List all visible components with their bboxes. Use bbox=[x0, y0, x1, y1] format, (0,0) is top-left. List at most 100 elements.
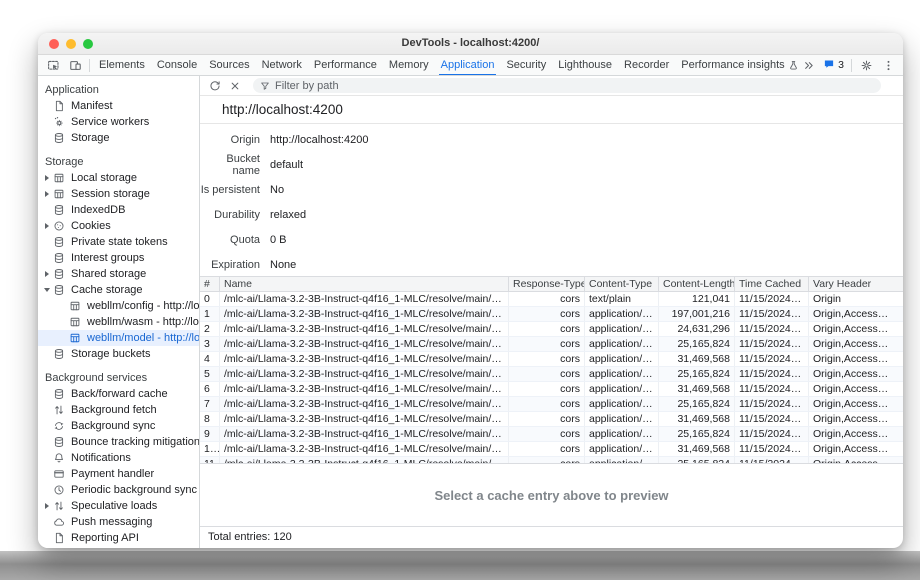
meta-row-bucket-name: Bucket namedefault bbox=[200, 152, 903, 177]
sidebar-item-label: IndexedDB bbox=[71, 204, 125, 216]
sidebar-item-indexeddb[interactable]: IndexedDB bbox=[38, 202, 199, 218]
tab-application[interactable]: Application bbox=[435, 55, 501, 76]
database-icon bbox=[53, 236, 66, 248]
minimize-button[interactable] bbox=[66, 39, 76, 49]
chevron-down-icon[interactable] bbox=[44, 282, 53, 298]
sidebar-item-session-storage[interactable]: Session storage bbox=[38, 186, 199, 202]
database-icon bbox=[53, 204, 66, 216]
more-tabs-chevrons-icon[interactable] bbox=[797, 55, 819, 75]
sidebar-item-payment-handler[interactable]: Payment handler bbox=[38, 466, 199, 482]
column-header-time_cached[interactable]: Time Cached bbox=[735, 277, 809, 291]
sidebar-item-webllm-model-http-loc[interactable]: webllm/model - http://loc… bbox=[38, 330, 199, 346]
close-button[interactable] bbox=[49, 39, 59, 49]
column-header-response_type[interactable]: Response-Type bbox=[509, 277, 585, 291]
zoom-button[interactable] bbox=[83, 39, 93, 49]
cache-entry-row[interactable]: 6/mlc-ai/Llama-3.2-3B-Instruct-q4f16_1-M… bbox=[200, 382, 903, 397]
cell-content_type: application/oc… bbox=[585, 337, 659, 351]
preview-pane: Select a cache entry above to preview bbox=[200, 463, 903, 526]
database-icon bbox=[53, 436, 66, 448]
table-icon bbox=[69, 316, 82, 328]
tab-performance-insights[interactable]: Performance insights bbox=[675, 55, 797, 76]
kebab-menu-icon[interactable] bbox=[877, 55, 899, 75]
cache-entry-row[interactable]: 0/mlc-ai/Llama-3.2-3B-Instruct-q4f16_1-M… bbox=[200, 292, 903, 307]
cell-vary_header: Origin,Access… bbox=[809, 412, 903, 426]
column-header-vary_header[interactable]: Vary Header bbox=[809, 277, 903, 291]
tab-recorder[interactable]: Recorder bbox=[618, 55, 675, 76]
tab-security[interactable]: Security bbox=[500, 55, 552, 76]
service-worker-gear-icon bbox=[53, 116, 66, 128]
device-toolbar-icon[interactable] bbox=[64, 55, 86, 75]
meta-label: Is persistent bbox=[200, 184, 260, 196]
meta-row-durability: Durabilityrelaxed bbox=[200, 202, 903, 227]
issues-button[interactable]: 3 bbox=[819, 58, 848, 73]
sidebar-item-private-state-tokens[interactable]: Private state tokens bbox=[38, 234, 199, 250]
cache-entry-row[interactable]: 1/mlc-ai/Llama-3.2-3B-Instruct-q4f16_1-M… bbox=[200, 307, 903, 322]
filter-input[interactable] bbox=[275, 79, 874, 92]
tab-performance[interactable]: Performance bbox=[308, 55, 383, 76]
chevron-right-icon[interactable] bbox=[44, 266, 53, 282]
tab-sources[interactable]: Sources bbox=[203, 55, 255, 76]
sidebar-item-local-storage[interactable]: Local storage bbox=[38, 170, 199, 186]
sidebar-item-label: Storage bbox=[71, 132, 110, 144]
meta-row-is-persistent: Is persistentNo bbox=[200, 177, 903, 202]
cache-storage-panel: http://localhost:4200 Originhttp://local… bbox=[200, 76, 903, 548]
sidebar-item-push-messaging[interactable]: Push messaging bbox=[38, 514, 199, 530]
sidebar-item-webllm-wasm-http-loca[interactable]: webllm/wasm - http://loca… bbox=[38, 314, 199, 330]
sidebar-item-storage[interactable]: Storage bbox=[38, 130, 199, 146]
cell-content_type: application/oc… bbox=[585, 442, 659, 456]
cache-entry-row[interactable]: 4/mlc-ai/Llama-3.2-3B-Instruct-q4f16_1-M… bbox=[200, 352, 903, 367]
sidebar-item-speculative-loads[interactable]: Speculative loads bbox=[38, 498, 199, 514]
chevron-right-icon[interactable] bbox=[44, 218, 53, 234]
tab-memory[interactable]: Memory bbox=[383, 55, 435, 76]
cache-entry-row[interactable]: 3/mlc-ai/Llama-3.2-3B-Instruct-q4f16_1-M… bbox=[200, 337, 903, 352]
sidebar-item-notifications[interactable]: Notifications bbox=[38, 450, 199, 466]
cell-idx: 4 bbox=[200, 352, 220, 366]
sidebar-item-background-sync[interactable]: Background sync bbox=[38, 418, 199, 434]
sidebar-item-storage-buckets[interactable]: Storage buckets bbox=[38, 346, 199, 362]
window-titlebar: DevTools - localhost:4200/ bbox=[38, 33, 903, 55]
column-header-content_length[interactable]: Content-Length bbox=[659, 277, 735, 291]
sidebar-item-reporting-api[interactable]: Reporting API bbox=[38, 530, 199, 546]
tab-lighthouse[interactable]: Lighthouse bbox=[552, 55, 618, 76]
cell-content_length: 197,001,216 bbox=[659, 307, 735, 321]
chevron-right-icon[interactable] bbox=[44, 170, 53, 186]
tab-elements[interactable]: Elements bbox=[93, 55, 151, 76]
column-header-idx[interactable]: # bbox=[200, 277, 220, 291]
clear-x-icon[interactable] bbox=[225, 77, 245, 95]
sidebar-item-back-forward-cache[interactable]: Back/forward cache bbox=[38, 386, 199, 402]
sidebar-item-bounce-tracking-mitigations[interactable]: Bounce tracking mitigations bbox=[38, 434, 199, 450]
cell-vary_header: Origin,Access… bbox=[809, 337, 903, 351]
sidebar-item-manifest[interactable]: Manifest bbox=[38, 98, 199, 114]
sidebar-item-service-workers[interactable]: Service workers bbox=[38, 114, 199, 130]
chevron-right-icon[interactable] bbox=[44, 498, 53, 514]
filter-box[interactable] bbox=[253, 78, 881, 93]
cache-entry-row[interactable]: 9/mlc-ai/Llama-3.2-3B-Instruct-q4f16_1-M… bbox=[200, 427, 903, 442]
arrow-spacer bbox=[44, 418, 53, 434]
cell-content_length: 31,469,568 bbox=[659, 382, 735, 396]
meta-value: relaxed bbox=[270, 209, 306, 221]
refresh-icon[interactable] bbox=[205, 77, 225, 95]
column-header-name[interactable]: Name bbox=[220, 277, 509, 291]
cell-content_type: text/plain bbox=[585, 292, 659, 306]
sidebar-item-webllm-config-http-loc[interactable]: webllm/config - http://loc… bbox=[38, 298, 199, 314]
cache-entry-row[interactable]: 8/mlc-ai/Llama-3.2-3B-Instruct-q4f16_1-M… bbox=[200, 412, 903, 427]
tab-console[interactable]: Console bbox=[151, 55, 203, 76]
cache-entry-row[interactable]: 7/mlc-ai/Llama-3.2-3B-Instruct-q4f16_1-M… bbox=[200, 397, 903, 412]
tab-label: Network bbox=[262, 56, 302, 75]
sidebar-item-shared-storage[interactable]: Shared storage bbox=[38, 266, 199, 282]
sidebar-item-interest-groups[interactable]: Interest groups bbox=[38, 250, 199, 266]
cell-content_type: application/oc… bbox=[585, 427, 659, 441]
cache-entry-row[interactable]: 10/mlc-ai/Llama-3.2-3B-Instruct-q4f16_1-… bbox=[200, 442, 903, 457]
column-header-content_type[interactable]: Content-Type bbox=[585, 277, 659, 291]
sidebar-item-periodic-background-sync[interactable]: Periodic background sync bbox=[38, 482, 199, 498]
sidebar-item-background-fetch[interactable]: Background fetch bbox=[38, 402, 199, 418]
settings-gear-icon[interactable] bbox=[855, 55, 877, 75]
cache-entry-row[interactable]: 5/mlc-ai/Llama-3.2-3B-Instruct-q4f16_1-M… bbox=[200, 367, 903, 382]
inspect-element-icon[interactable] bbox=[42, 55, 64, 75]
chevron-right-icon[interactable] bbox=[44, 186, 53, 202]
sidebar-item-cache-storage[interactable]: Cache storage bbox=[38, 282, 199, 298]
tab-network[interactable]: Network bbox=[256, 55, 308, 76]
cache-entry-row[interactable]: 2/mlc-ai/Llama-3.2-3B-Instruct-q4f16_1-M… bbox=[200, 322, 903, 337]
sidebar-item-cookies[interactable]: Cookies bbox=[38, 218, 199, 234]
cache-table-header: #NameResponse-TypeContent-TypeContent-Le… bbox=[200, 276, 903, 292]
